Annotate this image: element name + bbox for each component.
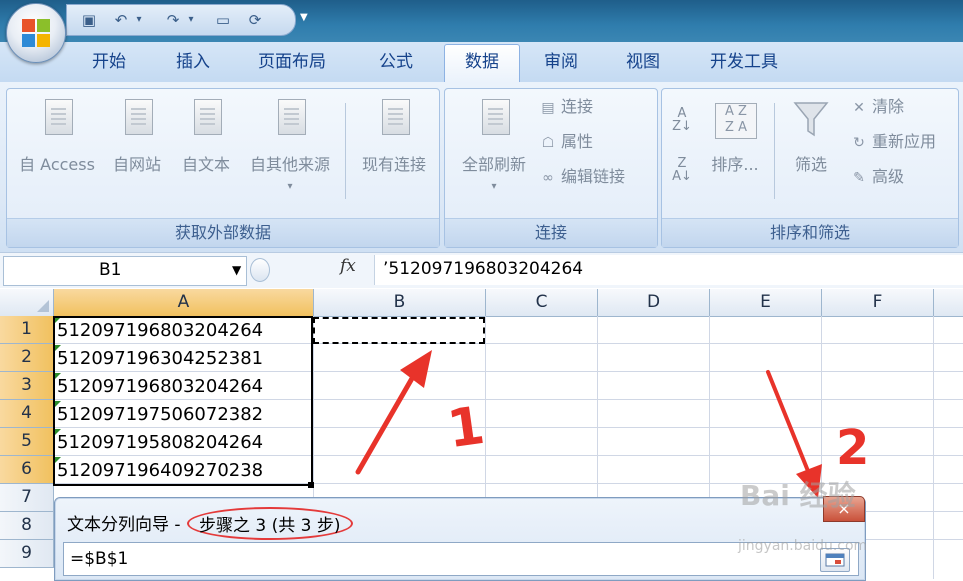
row-header-6[interactable]: 6	[0, 456, 54, 484]
formula-bar-circle-icon	[250, 258, 270, 282]
column-header-a[interactable]: A	[54, 289, 314, 317]
group-label: 排序和筛选	[662, 218, 958, 247]
dialog-title: 文本分列向导 -	[67, 515, 181, 535]
sort-ascending-icon[interactable]: A Z↓	[670, 107, 694, 133]
web-icon	[117, 97, 157, 145]
separator	[774, 103, 775, 199]
quick-access-toolbar: ▣ ↶ ▾ ↷ ▾ ▭ ⟳	[66, 4, 296, 36]
access-icon	[37, 97, 77, 145]
from-access-button[interactable]: 自 Access	[11, 97, 103, 175]
group-sort-filter: A Z↓ Z A↓ A ZZ A 排序... 筛选 ✕ 清除 ↻ 重新应用 ✎ 高级 排序…	[661, 88, 959, 248]
sort-descending-icon[interactable]: Z A↓	[670, 157, 694, 183]
name-box-value: B1	[99, 260, 122, 280]
link-icon: ∞	[542, 169, 554, 186]
from-web-button[interactable]: 自网站	[105, 97, 169, 175]
row-header-7[interactable]: 7	[0, 484, 54, 512]
row-header-8[interactable]: 8	[0, 512, 54, 540]
clear-filter-icon: ✕	[853, 99, 865, 116]
ribbon-tab-bar: 开始 插入 页面布局 公式 数据 审阅 视图 开发工具	[0, 42, 963, 83]
filter-button[interactable]: 筛选	[780, 97, 842, 175]
from-text-button[interactable]: 自文本	[173, 97, 239, 175]
row-header-2[interactable]: 2	[0, 344, 54, 372]
connections-button[interactable]: ▤ 连接	[539, 95, 593, 119]
column-header-d[interactable]: D	[598, 289, 710, 317]
qat-customize-icon[interactable]: ▼	[300, 12, 312, 24]
select-all-button[interactable]	[0, 289, 54, 317]
office-logo-icon	[22, 19, 50, 47]
formula-text: ’512097196803204264	[383, 259, 584, 279]
tab-page-layout[interactable]: 页面布局	[258, 50, 326, 74]
insert-function-button[interactable]: fx	[340, 256, 356, 276]
clear-button[interactable]: ✕ 清除	[850, 95, 904, 119]
other-sources-icon	[270, 97, 310, 145]
tab-data[interactable]: 数据	[444, 44, 520, 83]
group-label: 连接	[445, 218, 657, 247]
existing-connections-button[interactable]: 现有连接	[351, 97, 437, 175]
tab-home[interactable]: 开始	[92, 50, 126, 74]
advanced-button[interactable]: ✎ 高级	[850, 165, 904, 189]
baidu-watermark: Bai 经验	[740, 479, 856, 512]
destination-value: =$B$1	[70, 549, 129, 569]
reapply-icon: ↻	[853, 134, 865, 151]
formula-input[interactable]: ’512097196803204264	[374, 255, 963, 285]
refresh-icon[interactable]: ⟳	[245, 10, 265, 30]
ribbon: 自 Access 自网站 自文本 自其他来源 ▾ 现有连接 获取外部数据 全部刷…	[0, 82, 963, 252]
row-header-4[interactable]: 4	[0, 400, 54, 428]
properties-icon: ☖	[541, 134, 555, 151]
column-header-b[interactable]: B	[314, 289, 486, 317]
open-icon[interactable]: ▭	[213, 10, 233, 30]
chevron-down-icon: ▾	[491, 181, 497, 192]
tab-review[interactable]: 审阅	[544, 50, 578, 74]
group-label: 获取外部数据	[7, 218, 439, 247]
reapply-button[interactable]: ↻ 重新应用	[850, 130, 936, 154]
tab-insert[interactable]: 插入	[176, 50, 210, 74]
undo-dropdown-icon[interactable]: ▾	[129, 10, 149, 30]
tab-view[interactable]: 视图	[626, 50, 660, 74]
separator	[345, 103, 346, 199]
row-header-5[interactable]: 5	[0, 428, 54, 456]
text-file-icon	[186, 97, 226, 145]
refresh-all-icon	[474, 97, 514, 145]
row-header-3[interactable]: 3	[0, 372, 54, 400]
advanced-filter-icon: ✎	[853, 169, 865, 186]
refresh-all-button[interactable]: 全部刷新 ▾	[451, 97, 537, 192]
row-header-1[interactable]: 1	[0, 316, 54, 344]
connection-icon: ▤	[541, 99, 555, 116]
column-header-c[interactable]: C	[486, 289, 598, 317]
dialog-step-indicator: 步骤之 3 (共 3 步)	[187, 507, 353, 540]
group-connections: 全部刷新 ▾ ▤ 连接 ☖ 属性 ∞ 编辑链接 连接	[444, 88, 658, 248]
redo-dropdown-icon[interactable]: ▾	[181, 10, 201, 30]
tab-formulas[interactable]: 公式	[379, 50, 413, 74]
redo-icon[interactable]: ↷	[163, 10, 183, 30]
annotation-number-2: 2	[836, 420, 870, 476]
tab-developer[interactable]: 开发工具	[710, 50, 778, 74]
row-header-9[interactable]: 9	[0, 540, 54, 568]
sort-icon: A ZZ A	[715, 97, 757, 145]
properties-button[interactable]: ☖ 属性	[539, 130, 593, 154]
group-get-external-data: 自 Access 自网站 自文本 自其他来源 ▾ 现有连接 获取外部数据	[6, 88, 440, 248]
from-other-sources-button[interactable]: 自其他来源 ▾	[241, 97, 339, 192]
connections-icon	[374, 97, 414, 145]
save-icon[interactable]: ▣	[79, 10, 99, 30]
chevron-down-icon: ▾	[287, 181, 293, 192]
office-button[interactable]	[6, 3, 66, 63]
funnel-icon	[791, 97, 831, 145]
baidu-watermark-url: jingyan.baidu.com	[738, 538, 868, 554]
sort-button[interactable]: A ZZ A 排序...	[702, 97, 768, 175]
column-header-e[interactable]: E	[710, 289, 822, 317]
name-box-dropdown-icon[interactable]: ▼	[232, 263, 241, 277]
edit-links-button[interactable]: ∞ 编辑链接	[539, 165, 625, 189]
name-box[interactable]: B1 ▼	[3, 256, 247, 286]
undo-icon[interactable]: ↶	[111, 10, 131, 30]
column-header-g[interactable]	[934, 289, 963, 317]
column-header-f[interactable]: F	[822, 289, 934, 317]
fill-handle[interactable]	[308, 482, 314, 488]
selection-range-a1-a6	[53, 316, 313, 486]
annotation-arrow-1	[355, 350, 432, 475]
